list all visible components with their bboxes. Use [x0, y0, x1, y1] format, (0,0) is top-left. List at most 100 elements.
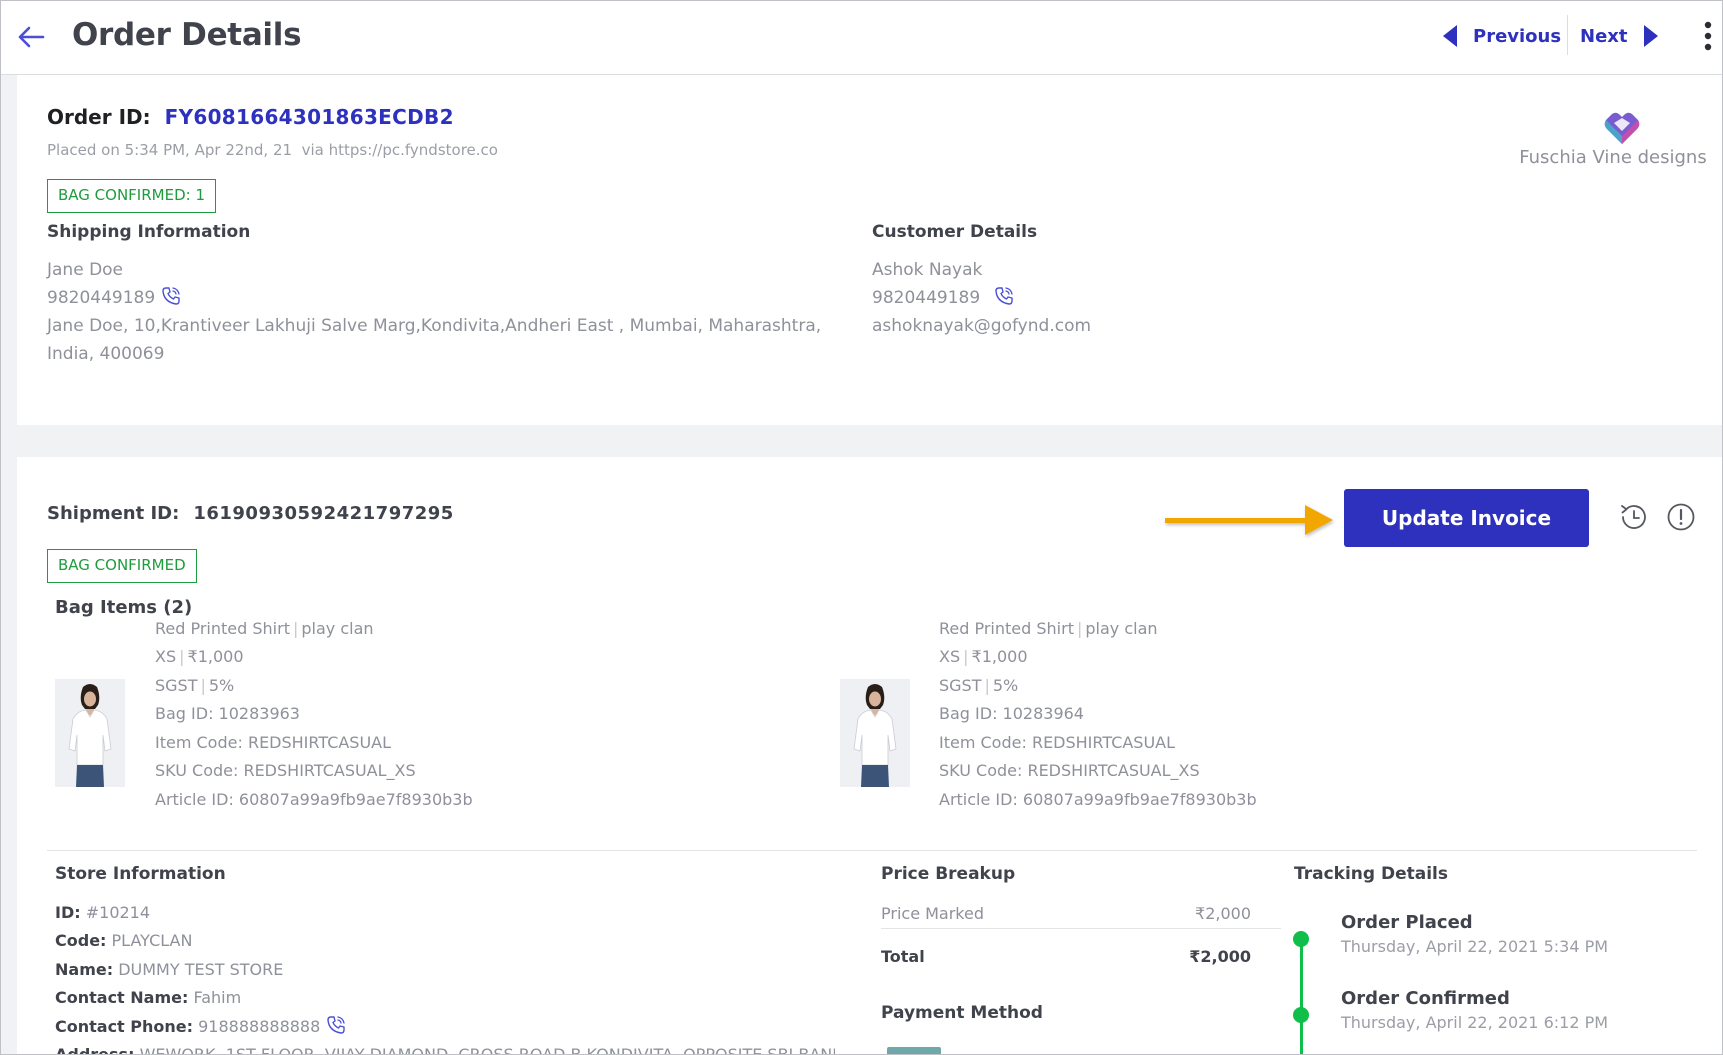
bag-item-tax-row: SGST | 5%	[155, 676, 235, 695]
bag-item-size-row: XS | ₹1,000	[155, 647, 244, 666]
shipping-phone: 9820449189	[47, 288, 156, 308]
customer-name: Ashok Nayak	[872, 260, 983, 280]
bag-item-bag-id: Bag ID: 10283963	[155, 704, 300, 723]
more-menu-button[interactable]	[1701, 19, 1715, 53]
shirt-model-icon	[840, 679, 910, 787]
next-button[interactable]: Next	[1580, 21, 1660, 51]
caret-left-icon	[1443, 25, 1457, 47]
product-image[interactable]	[840, 679, 910, 787]
store-id-row: ID: #10214	[55, 899, 150, 928]
bag-item-brand: play clan	[1085, 619, 1158, 638]
phone-icon[interactable]	[994, 286, 1014, 306]
customer-details-title: Customer Details	[872, 222, 1038, 242]
history-clock-icon	[1621, 505, 1646, 529]
store-contact-phone-row: Contact Phone: 918888888888	[55, 1013, 346, 1042]
back-button[interactable]	[15, 21, 47, 53]
store-contact-name-value: Fahim	[193, 988, 242, 1007]
store-contact-phone-label: Contact Phone:	[55, 1017, 194, 1036]
price-breakup-title: Price Breakup	[881, 864, 1016, 884]
bag-item-article-id: Article ID: 60807a99a9fb9ae7f8930b3b	[155, 790, 473, 809]
previous-button[interactable]: Previous	[1441, 21, 1561, 51]
customer-email: ashoknayak@gofynd.com	[872, 316, 1092, 336]
price-total-value: ₹2,000	[1189, 947, 1251, 966]
bag-item-price: ₹1,000	[187, 647, 244, 666]
caret-right-icon	[1643, 25, 1658, 47]
bag-item-name: Red Printed Shirt	[939, 619, 1074, 638]
bag-item-bag-id: Bag ID: 10283964	[939, 704, 1084, 723]
customer-phone: 9820449189	[872, 288, 981, 308]
bag-item-tax-rate: 5%	[992, 676, 1019, 695]
bag-item-name: Red Printed Shirt	[155, 619, 290, 638]
exclamation-circle-icon	[1667, 503, 1695, 531]
bag-item-name-row: Red Printed Shirt | play clan	[155, 619, 374, 638]
bag-item-tax-type: SGST	[939, 676, 982, 695]
placed-on-text: Placed on 5:34 PM, Apr 22nd, 21 via http…	[47, 141, 498, 159]
bag-item-sku-code: SKU Code: REDSHIRTCASUAL_XS	[939, 761, 1200, 780]
store-address-label: Address:	[55, 1045, 135, 1055]
order-id-value: FY6081664301863ECDB2	[164, 105, 454, 129]
bag-item-tax-row: SGST | 5%	[939, 676, 1019, 695]
price-total-label: Total	[881, 947, 925, 966]
store-info-title: Store Information	[55, 864, 226, 884]
bag-item-size-row: XS | ₹1,000	[939, 647, 1028, 666]
store-code-value: PLAYCLAN	[111, 931, 193, 950]
bag-item-sku-code: SKU Code: REDSHIRTCASUAL_XS	[155, 761, 416, 780]
shipping-address-line2: India, 400069	[47, 344, 165, 364]
bag-item-item-code: Item Code: REDSHIRTCASUAL	[939, 733, 1176, 752]
next-label: Next	[1580, 25, 1628, 47]
store-id-label: ID:	[55, 903, 81, 922]
tracking-details-title: Tracking Details	[1294, 864, 1448, 884]
section-divider	[47, 850, 1697, 851]
update-invoice-button[interactable]: Update Invoice	[1344, 489, 1589, 547]
store-address-row: Address: WEWORK, 1ST FLOOR, VIJAY DIAMON…	[55, 1041, 835, 1055]
product-image[interactable]	[55, 679, 125, 787]
nav-divider	[1567, 15, 1568, 55]
order-id-label: Order ID:	[47, 105, 151, 129]
order-id-row: Order ID: FY6081664301863ECDB2	[47, 105, 454, 129]
store-code-label: Code:	[55, 931, 107, 950]
shipment-id-value: 16190930592421797295	[193, 503, 454, 524]
bag-item-tax-type: SGST	[155, 676, 198, 695]
bag-item-article-id: Article ID: 60807a99a9fb9ae7f8930b3b	[939, 790, 1257, 809]
price-divider	[881, 928, 1281, 929]
phone-icon[interactable]	[161, 286, 181, 306]
store-name-label: Name:	[55, 960, 114, 979]
store-address-value: WEWORK, 1ST FLOOR, VIJAY DIAMOND, CROSS …	[139, 1045, 835, 1055]
shipping-name: Jane Doe	[47, 260, 124, 280]
store-contact-phone-value: 918888888888	[198, 1017, 321, 1036]
shipping-phone-row: 9820449189	[47, 284, 181, 312]
arrow-left-icon	[18, 26, 45, 48]
customer-phone-row: 9820449189	[872, 284, 1014, 312]
bag-item-brand: play clan	[301, 619, 374, 638]
tracking-event-title: Order Confirmed	[1341, 988, 1510, 1009]
order-status-badge: BAG CONFIRMED: 1	[47, 179, 216, 213]
top-header: Order Details Previous Next	[1, 1, 1722, 75]
store-name-row: Name: DUMMY TEST STORE	[55, 956, 283, 985]
phone-icon[interactable]	[326, 1015, 346, 1035]
tracking-dot	[1293, 1007, 1309, 1023]
previous-label: Previous	[1473, 25, 1562, 47]
shirt-model-icon	[55, 679, 125, 787]
bag-item-item-code: Item Code: REDSHIRTCASUAL	[155, 733, 392, 752]
store-code-row: Code: PLAYCLAN	[55, 927, 192, 956]
tracking-dot	[1293, 931, 1309, 947]
brand-name: Fuschia Vine designs	[1519, 147, 1707, 168]
bag-item-price: ₹1,000	[971, 647, 1028, 666]
price-marked-label: Price Marked	[881, 904, 984, 923]
shipping-info-title: Shipping Information	[47, 222, 251, 242]
bag-item-tax-rate: 5%	[208, 676, 235, 695]
bag-item-size: XS	[155, 647, 177, 666]
bag-item-name-row: Red Printed Shirt | play clan	[939, 619, 1158, 638]
page-title: Order Details	[72, 17, 302, 53]
order-summary-card: Order ID: FY6081664301863ECDB2 Placed on…	[17, 75, 1722, 425]
store-id-value: #10214	[85, 903, 151, 922]
store-contact-name-label: Contact Name:	[55, 988, 189, 1007]
info-button[interactable]	[1665, 501, 1697, 533]
brand-logo-icon	[1604, 112, 1640, 144]
shipment-id-label: Shipment ID:	[47, 503, 180, 524]
store-name-value: DUMMY TEST STORE	[118, 960, 284, 979]
history-button[interactable]	[1618, 501, 1650, 533]
shipment-id-row: Shipment ID: 16190930592421797295	[47, 503, 454, 524]
tracking-event-date: Thursday, April 22, 2021 6:12 PM	[1341, 1013, 1609, 1032]
tracking-timeline-line	[1300, 939, 1303, 1054]
